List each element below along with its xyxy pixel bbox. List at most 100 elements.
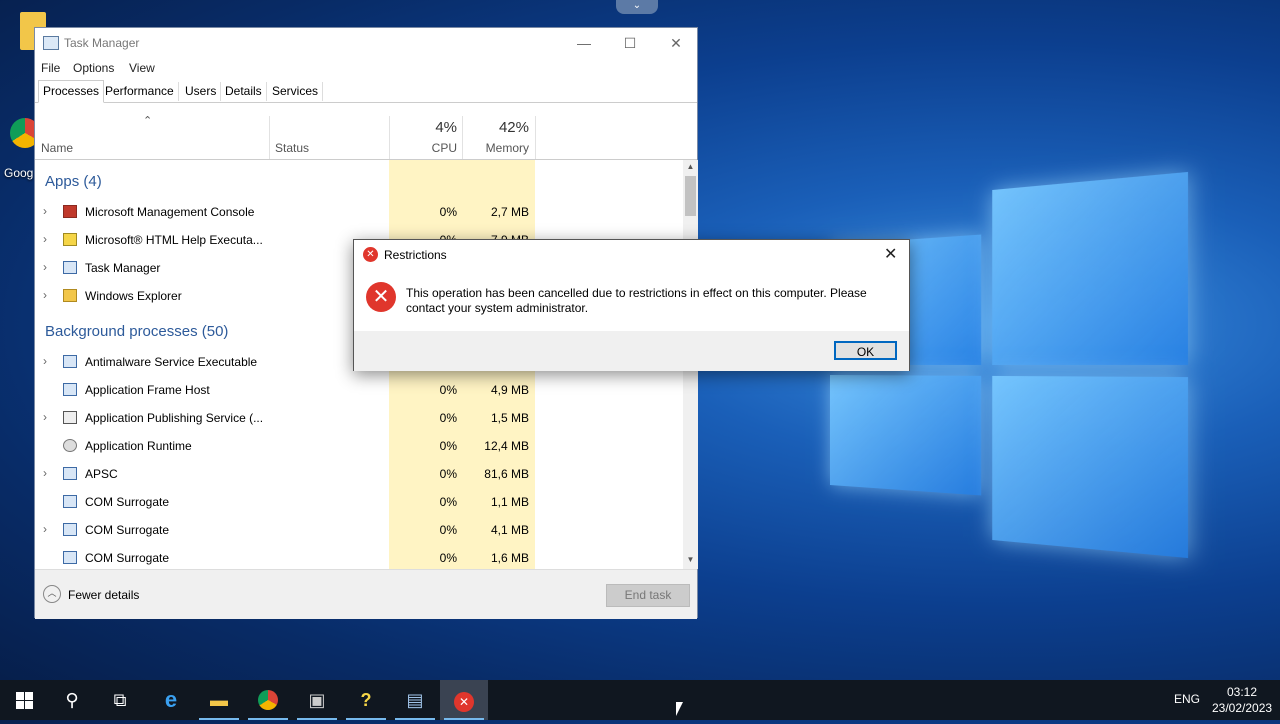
help-icon[interactable]: ? [342, 680, 390, 720]
process-memory: 4,1 MB [490, 523, 529, 537]
publishing-service-icon [63, 411, 77, 424]
table-row[interactable]: COM Surrogate 0% 1,1 MB [35, 488, 683, 516]
desktop-icon-label[interactable]: Goog [4, 166, 33, 180]
scroll-up-icon[interactable]: ▲ [683, 162, 698, 171]
error-icon: ✕ [366, 282, 396, 312]
chevron-right-icon[interactable]: › [43, 522, 47, 536]
process-icon [63, 495, 77, 508]
help-icon [63, 233, 77, 246]
clock-time: 03:12 [1226, 685, 1258, 699]
process-cpu: 0% [439, 439, 457, 453]
file-explorer-icon[interactable]: ▬ [195, 680, 243, 720]
menu-options[interactable]: Options [73, 61, 114, 75]
language-indicator[interactable]: ENG [1174, 692, 1200, 706]
dialog-title: Restrictions [384, 248, 447, 262]
close-button[interactable]: ✕ [653, 28, 699, 58]
clock[interactable]: 03:12 23/02/2023 [1212, 684, 1272, 716]
process-memory: 1,5 MB [490, 411, 529, 425]
process-icon [63, 355, 77, 368]
task-manager-icon [43, 36, 59, 50]
column-memory[interactable]: Memory [463, 141, 529, 155]
dialog-button-area: OK [354, 331, 909, 371]
chevron-right-icon[interactable]: › [43, 204, 47, 218]
clock-date: 23/02/2023 [1212, 701, 1273, 715]
process-cpu: 0% [439, 467, 457, 481]
process-memory: 1,1 MB [490, 495, 529, 509]
process-memory: 1,6 MB [490, 551, 529, 565]
search-icon[interactable]: ⚲ [48, 680, 96, 720]
table-row[interactable]: › Application Publishing Service (... 0%… [35, 404, 683, 432]
table-row[interactable]: › APSC 0% 81,6 MB [35, 460, 683, 488]
fewer-details-link[interactable]: Fewer details [68, 588, 139, 602]
group-header-apps[interactable]: Apps (4) [45, 173, 102, 190]
column-name[interactable]: Name [41, 141, 73, 155]
folder-icon [63, 289, 77, 302]
process-cpu: 0% [439, 551, 457, 565]
process-cpu: 0% [439, 495, 457, 509]
menu-view[interactable]: View [129, 61, 155, 75]
process-cpu: 0% [439, 205, 457, 219]
memory-percent: 42% [498, 119, 529, 136]
table-row[interactable]: COM Surrogate 0% 1,6 MB [35, 544, 683, 569]
maximize-button[interactable]: ☐ [607, 28, 653, 58]
ok-button[interactable]: OK [834, 341, 897, 360]
process-name: APSC [85, 467, 118, 481]
chevron-right-icon[interactable]: › [43, 354, 47, 368]
footer-bar: ︿ Fewer details End task [35, 569, 697, 619]
process-name: COM Surrogate [85, 523, 170, 537]
cpu-percent: 4% [435, 119, 457, 136]
menu-file[interactable]: File [41, 61, 60, 75]
tab-details[interactable]: Details [221, 82, 267, 101]
scroll-thumb[interactable] [685, 176, 696, 216]
chevron-right-icon[interactable]: › [43, 466, 47, 480]
process-icon [63, 467, 77, 480]
minimize-button[interactable]: — [561, 28, 607, 58]
menu-bar: File Options View [35, 58, 697, 80]
process-memory: 81,6 MB [484, 467, 529, 481]
app-installer-icon[interactable]: ▣ [293, 680, 341, 720]
task-manager-icon[interactable]: ▤ [391, 680, 439, 720]
process-cpu: 0% [439, 411, 457, 425]
error-icon[interactable]: ✕ [440, 680, 488, 720]
windows-start-icon[interactable] [0, 680, 48, 720]
column-cpu[interactable]: CPU [391, 141, 457, 155]
chevron-right-icon[interactable]: › [43, 260, 47, 274]
process-name: Application Publishing Service (... [85, 411, 264, 425]
table-row[interactable]: › Microsoft Management Console 0% 2,7 MB [35, 198, 683, 226]
chevron-up-icon[interactable]: ︿ [43, 585, 61, 603]
tab-performance[interactable]: Performance [101, 82, 179, 101]
title-bar[interactable]: Task Manager — ☐ ✕ [35, 28, 697, 58]
chevron-right-icon[interactable]: › [43, 288, 47, 302]
scroll-down-icon[interactable]: ▼ [683, 555, 698, 564]
process-name: COM Surrogate [85, 551, 170, 565]
tab-services[interactable]: Services [268, 82, 324, 101]
process-memory: 12,4 MB [484, 439, 529, 453]
process-icon [63, 523, 77, 536]
sort-arrow-icon[interactable]: ⌃ [143, 114, 152, 127]
table-row[interactable]: Application Runtime 0% 12,4 MB [35, 432, 683, 460]
column-status[interactable]: Status [275, 141, 309, 155]
chevron-right-icon[interactable]: › [43, 232, 47, 246]
column-header: ⌃ Name Status 4% CPU 42% Memory [35, 114, 697, 160]
end-task-button[interactable]: End task [606, 584, 690, 607]
close-icon[interactable]: ✕ [884, 244, 897, 264]
table-row[interactable]: › COM Surrogate 0% 4,1 MB [35, 516, 683, 544]
process-cpu: 0% [439, 523, 457, 537]
group-header-background[interactable]: Background processes (50) [45, 323, 228, 340]
chrome-icon[interactable] [244, 680, 292, 720]
process-name: Application Runtime [85, 439, 192, 453]
window-title: Task Manager [64, 36, 140, 50]
tab-users[interactable]: Users [181, 82, 222, 101]
chevron-down-icon[interactable]: ⌄ [616, 0, 658, 14]
tab-bar: Processes Performance Users Details Serv… [35, 80, 697, 103]
mouse-cursor [676, 702, 683, 716]
chevron-right-icon[interactable]: › [43, 410, 47, 424]
process-name: Microsoft Management Console [85, 205, 255, 219]
taskbar: ⚲ ⧉ e ▬ ▣ ? ▤ ✕ ENG 03:12 23/02/2023 [0, 680, 1280, 720]
process-memory: 4,9 MB [490, 383, 529, 397]
tab-processes[interactable]: Processes [38, 80, 105, 103]
table-row[interactable]: Application Frame Host 0% 4,9 MB [35, 376, 683, 404]
task-view-icon[interactable]: ⧉ [96, 680, 144, 720]
process-icon [63, 551, 77, 564]
internet-explorer-icon[interactable]: e [147, 680, 195, 720]
